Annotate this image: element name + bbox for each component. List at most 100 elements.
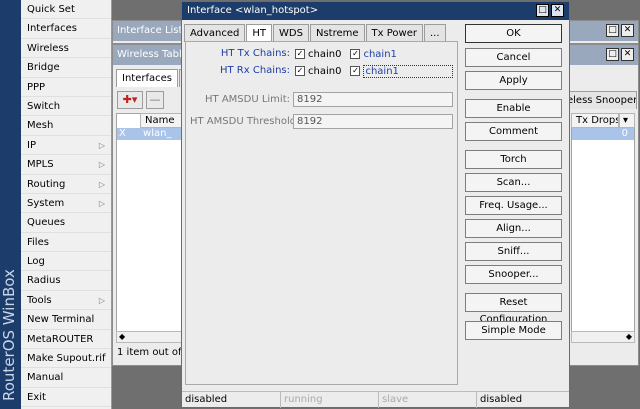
status-state: disabled: [480, 394, 523, 405]
amsdu-threshold-field[interactable]: 8192: [293, 114, 453, 129]
tx-chain1-label: chain1: [363, 48, 397, 60]
submenu-arrow-icon: ▷: [98, 295, 105, 305]
menu-item-label: Exit: [27, 391, 46, 403]
menu-item-label: Wireless: [27, 42, 69, 54]
menu-item-label: System: [27, 197, 65, 209]
menu-item-log[interactable]: Log: [21, 252, 111, 272]
menu-item-label: PPP: [27, 81, 46, 93]
freq-usage-button[interactable]: Freq. Usage...: [465, 196, 562, 215]
table-row-selected[interactable]: X wlan_: [117, 128, 183, 140]
menu-item-switch[interactable]: Switch: [21, 97, 111, 117]
row-flag: X: [119, 128, 126, 139]
tx-chain0-label: chain0: [308, 48, 342, 60]
brand-label: RouterOS WinBox: [0, 269, 18, 401]
ht-rx-chains-label: HT Rx Chains:: [220, 65, 290, 76]
tab-wds[interactable]: WDS: [273, 24, 309, 42]
tab-more[interactable]: ...: [424, 24, 446, 42]
menu-item-tools[interactable]: Tools ▷: [21, 291, 111, 311]
add-button[interactable]: ✚▾: [117, 91, 143, 109]
maximize-button[interactable]: □: [606, 24, 619, 37]
menu-item-new-terminal[interactable]: New Terminal: [21, 310, 111, 330]
menu-item-routing[interactable]: Routing ▷: [21, 175, 111, 194]
menu-item-label: Quick Set: [27, 4, 75, 15]
menu-item-interfaces[interactable]: Interfaces: [21, 19, 111, 39]
menu-item-ip[interactable]: IP ▷: [21, 136, 111, 156]
menu-item-metarouter[interactable]: MetaROUTER: [21, 330, 111, 350]
list-status-count: 1 item out of 14: [117, 347, 183, 358]
submenu-arrow-icon: ▷: [98, 179, 105, 189]
remove-button[interactable]: —: [146, 91, 164, 109]
horizontal-scrollbar-left[interactable]: ◆: [116, 331, 183, 343]
row-name: wlan_: [143, 128, 172, 139]
torch-button[interactable]: Torch: [465, 150, 562, 169]
align-button[interactable]: Align...: [465, 219, 562, 238]
dialog-title: Interface <wlan_hotspot>: [182, 2, 569, 20]
enable-button[interactable]: Enable: [465, 99, 562, 118]
brand-strip: RouterOS WinBox: [0, 0, 21, 409]
menu-item-bridge[interactable]: Bridge: [21, 58, 111, 78]
comment-button[interactable]: Comment: [465, 122, 562, 141]
scan-button[interactable]: Scan...: [465, 173, 562, 192]
submenu-arrow-icon: ▷: [98, 160, 105, 170]
menu-item-wireless[interactable]: Wireless: [21, 39, 111, 59]
submenu-arrow-icon: ▷: [98, 198, 105, 208]
simple-mode-button[interactable]: Simple Mode: [465, 321, 562, 340]
menu-item-label: Manual: [27, 372, 64, 384]
horizontal-scrollbar-right[interactable]: ◆: [571, 331, 635, 343]
amsdu-limit-label: HT AMSDU Limit:: [205, 94, 290, 105]
menu-item-make-supout-rif[interactable]: Make Supout.rif: [21, 349, 111, 369]
close-button[interactable]: ✕: [621, 24, 634, 37]
column-header-name[interactable]: Name: [140, 113, 183, 128]
menu-item-label: Log: [27, 256, 45, 268]
rx-chain1-checkbox[interactable]: ✓: [350, 66, 361, 76]
reset-configuration-button[interactable]: Reset Configuration: [465, 293, 562, 325]
menu-item-queues[interactable]: Queues: [21, 213, 111, 233]
menu-item-label: Routing: [27, 178, 66, 190]
rx-chain0-checkbox[interactable]: ✓: [295, 66, 305, 76]
menu-item-label: Queues: [27, 217, 66, 229]
interface-dialog: Interface <wlan_hotspot> □ ✕ Advanced HT…: [181, 1, 570, 408]
menu-item-label: Bridge: [27, 62, 60, 74]
tab-tx-power[interactable]: Tx Power: [365, 24, 423, 42]
menu-item-label: Files: [27, 236, 49, 248]
ht-tab-panel: HT Tx Chains: ✓ chain0 ✓ chain1 HT Rx Ch…: [185, 41, 458, 385]
menu-item-label: New Terminal: [27, 314, 95, 326]
tab-advanced[interactable]: Advanced: [184, 24, 246, 42]
columns-dropdown-icon[interactable]: ▾: [619, 113, 635, 128]
sniff-button[interactable]: Sniff...: [465, 242, 562, 261]
maximize-button[interactable]: □: [536, 4, 549, 17]
tab-ht[interactable]: HT: [246, 24, 273, 42]
menu-item-ppp[interactable]: PPP: [21, 78, 111, 97]
ok-button[interactable]: OK: [465, 24, 562, 43]
tab-wireless-snooper[interactable]: eless Snooper: [565, 91, 637, 109]
menu-item-exit[interactable]: Exit: [21, 388, 111, 408]
maximize-button[interactable]: □: [606, 48, 619, 61]
menu-item-label: Radius: [27, 275, 61, 287]
amsdu-threshold-label: HT AMSDU Threshold:: [190, 116, 300, 127]
menu-item-label: MPLS: [27, 159, 54, 171]
tx-chain1-checkbox[interactable]: ✓: [350, 49, 361, 59]
tx-chain0-checkbox[interactable]: ✓: [295, 49, 305, 59]
status-enabled: disabled: [182, 392, 281, 408]
menu-item-manual[interactable]: Manual: [21, 368, 111, 388]
menu-item-mpls[interactable]: MPLS ▷: [21, 155, 111, 175]
menu-item-files[interactable]: Files: [21, 233, 111, 253]
tab-interfaces[interactable]: Interfaces: [116, 69, 178, 87]
menu-item-quick-set[interactable]: Quick Set: [21, 0, 111, 20]
amsdu-limit-field[interactable]: 8192: [293, 92, 453, 107]
menu-item-system[interactable]: System ▷: [21, 194, 111, 214]
column-header-tx-drops[interactable]: Tx Drops: [571, 113, 619, 128]
menu-item-mesh[interactable]: Mesh: [21, 116, 111, 136]
menu-item-radius[interactable]: Radius: [21, 271, 111, 291]
submenu-arrow-icon: ▷: [98, 140, 105, 150]
close-button[interactable]: ✕: [551, 4, 564, 17]
menu-item-label: Make Supout.rif: [27, 353, 106, 365]
tab-nstreme[interactable]: Nstreme: [309, 24, 365, 42]
cancel-button[interactable]: Cancel: [465, 48, 562, 67]
close-button[interactable]: ✕: [621, 48, 634, 61]
snooper-button[interactable]: Snooper...: [465, 265, 562, 284]
row-tx-drops: 0: [572, 128, 634, 140]
wireless-list-left: [116, 113, 183, 341]
apply-button[interactable]: Apply: [465, 71, 562, 90]
rx-chain1-label: chain1: [363, 64, 454, 78]
